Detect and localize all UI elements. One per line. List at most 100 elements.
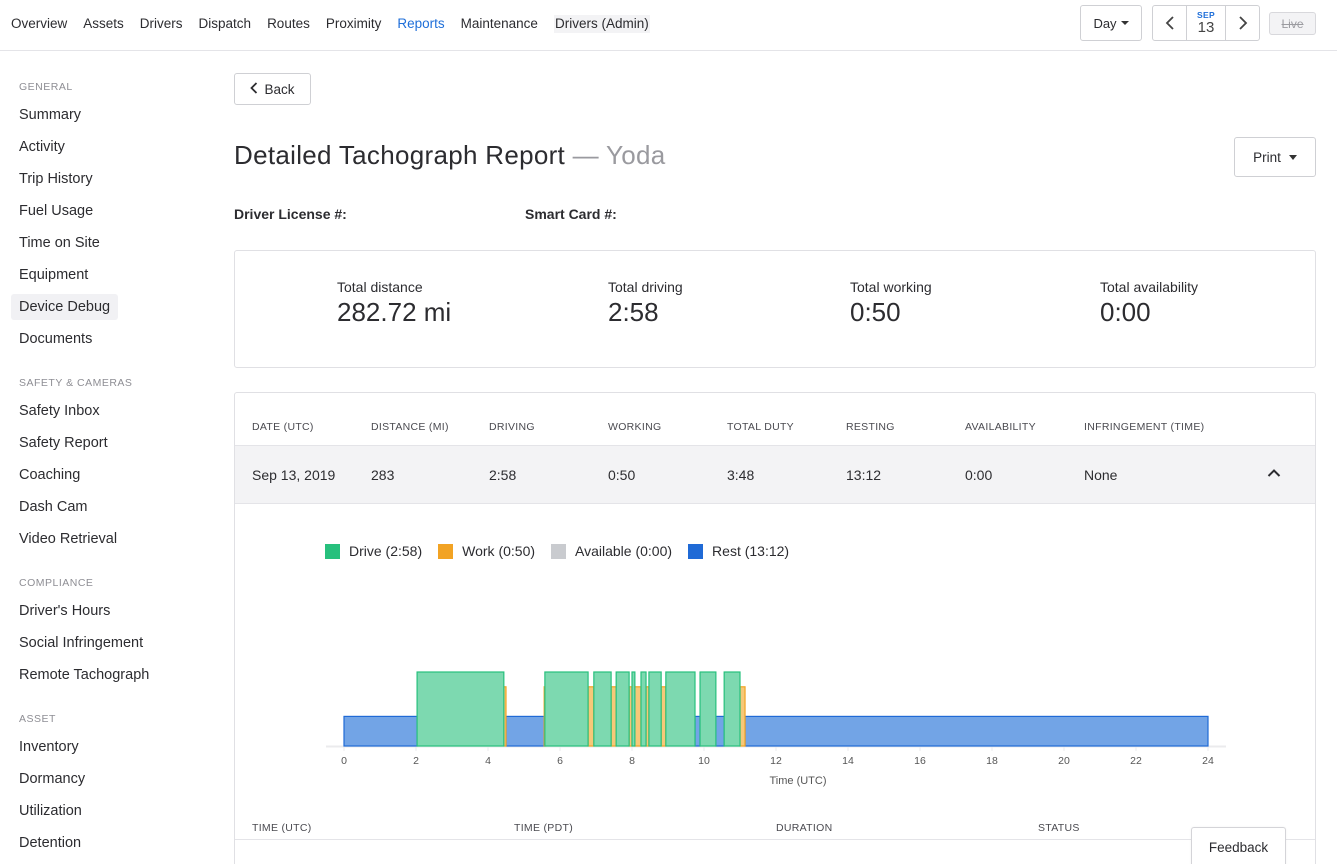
sidebar-item-coaching[interactable]: Coaching: [11, 462, 88, 488]
tachograph-chart: 0 2 4 6 8 10 12 14 16 18 20 22 24Time (UTC): [326, 671, 1226, 787]
x-tick-label: 24: [1202, 755, 1214, 767]
segment-work: [610, 686, 617, 747]
sidebar-item-inventory[interactable]: Inventory: [11, 734, 87, 760]
sidebar-item-driver-s-hours[interactable]: Driver's Hours: [11, 598, 118, 624]
sidebar-item-safety-report[interactable]: Safety Report: [11, 430, 116, 456]
sidebar-item-video-retrieval[interactable]: Video Retrieval: [11, 526, 125, 552]
caret-down-icon: [1120, 21, 1129, 25]
nav-tab-overview[interactable]: Overview: [11, 15, 67, 33]
sidebar-item-time-on-site[interactable]: Time on Site: [11, 230, 108, 256]
nav-tab-assets[interactable]: Assets: [83, 15, 124, 33]
nav-tab-routes[interactable]: Routes: [267, 15, 310, 33]
stat-value: 282.72 mi: [337, 297, 452, 327]
sidebar-item-social-infringement[interactable]: Social Infringement: [11, 630, 151, 656]
x-tick-label: 22: [1130, 755, 1142, 767]
print-button[interactable]: Print: [1234, 137, 1316, 177]
sidebar-section-title: COMPLIANCE: [19, 577, 94, 589]
table-cell: 3:48: [727, 467, 755, 483]
nav-tab-dispatch[interactable]: Dispatch: [199, 15, 252, 33]
chevron-right-icon: [1238, 16, 1247, 30]
nav-tab-reports[interactable]: Reports: [397, 15, 444, 33]
nav-tab-drivers-admin[interactable]: Drivers (Admin): [553, 15, 650, 33]
live-button[interactable]: Live: [1269, 12, 1316, 35]
legend-swatch: [325, 543, 340, 559]
sidebar-item-fuel-usage[interactable]: Fuel Usage: [11, 198, 101, 224]
stat-total-distance: Total distance 282.72 mi: [337, 279, 451, 328]
segment-rest: [694, 715, 701, 747]
table-cell: 0:00: [965, 467, 993, 483]
sidebar-item-equipment[interactable]: Equipment: [11, 262, 96, 288]
x-axis-label: Time (UTC): [769, 775, 826, 787]
legend-swatch: [438, 543, 454, 559]
nav-tab-proximity[interactable]: Proximity: [326, 15, 382, 33]
sidebar-section-title: SAFETY & CAMERAS: [19, 377, 133, 389]
x-tick-label: 18: [986, 755, 998, 767]
log-table-row: [235, 841, 1315, 864]
segment-drive: [699, 671, 717, 747]
x-tick-label: 16: [914, 755, 926, 767]
sidebar-item-dormancy[interactable]: Dormancy: [11, 766, 93, 792]
sidebar-section-title: GENERAL: [19, 81, 73, 93]
stat-label: Total availability: [1100, 279, 1199, 295]
chevron-left-icon: [250, 81, 258, 98]
sidebar-item-safety-inbox[interactable]: Safety Inbox: [11, 398, 108, 424]
date-day: 13: [1197, 19, 1215, 36]
segment-drive: [640, 671, 647, 747]
segment-drive: [615, 671, 630, 747]
table-cell: 13:12: [846, 467, 882, 483]
sidebar-item-detention[interactable]: Detention: [11, 830, 89, 856]
prev-day-button[interactable]: [1153, 6, 1186, 40]
sidebar-item-device-debug[interactable]: Device Debug: [11, 294, 119, 320]
feedback-button[interactable]: Feedback: [1191, 827, 1286, 864]
chevron-up-icon[interactable]: [1265, 464, 1283, 482]
stat-value: 0:00: [1100, 297, 1151, 327]
x-tick-label: 14: [842, 755, 854, 767]
segment-work: [660, 686, 667, 747]
sidebar-item-trip-history[interactable]: Trip History: [11, 166, 101, 192]
table-cell: 0:50: [608, 467, 636, 483]
date-picker[interactable]: SEP 13: [1186, 6, 1226, 40]
stat-value: 0:50: [850, 297, 901, 327]
segment-drive: [723, 671, 741, 747]
column-header: INFRINGEMENT (TIME): [1084, 421, 1205, 433]
column-header: STATUS: [1038, 822, 1080, 834]
nav-tabs: Overview Assets Drivers Dispatch Routes Proxi…: [11, 15, 666, 33]
x-tick-label: 8: [629, 755, 635, 767]
legend-item-drive: Drive (2:58): [325, 543, 422, 559]
x-tick-label: 4: [485, 755, 491, 767]
print-label: Print: [1253, 149, 1281, 165]
table-row[interactable]: Sep 13, 2019 283 2:58 0:50 3:48 13:12 0:00 None: [235, 446, 1315, 504]
nav-tab-maintenance[interactable]: Maintenance: [461, 15, 538, 33]
chart-legend: Drive (2:58) Work (0:50) Available (0:00) R…: [325, 543, 805, 559]
legend-item-rest: Rest (13:12): [688, 543, 789, 559]
sidebar-item-summary[interactable]: Summary: [11, 102, 89, 128]
segment-rest: [505, 715, 545, 747]
stat-value: 2:58: [608, 297, 659, 327]
segment-work: [634, 686, 642, 747]
segment-drive: [593, 671, 612, 747]
column-header: RESTING: [846, 421, 895, 433]
legend-label: Rest (13:12): [712, 543, 790, 559]
legend-label: Work (0:50): [462, 543, 536, 559]
legend-item-available: Available (0:00): [551, 543, 672, 559]
sidebar-item-dash-cam[interactable]: Dash Cam: [11, 494, 96, 520]
column-header: TIME (PDT): [514, 822, 573, 834]
stat-label: Total distance: [337, 279, 423, 295]
nav-tab-drivers[interactable]: Drivers: [140, 15, 183, 33]
range-select-label: Day: [1093, 15, 1117, 31]
log-table-header: TIME (UTC) TIME (PDT) DURATION STATUS: [235, 807, 1315, 840]
stat-total-driving: Total driving 2:58: [608, 279, 683, 328]
table-header: DATE (UTC) DISTANCE (MI) DRIVING WORKING TOT…: [235, 393, 1315, 446]
table-cell: None: [1084, 467, 1118, 483]
date-navigator: SEP 13: [1152, 5, 1260, 41]
sidebar-item-documents[interactable]: Documents: [11, 326, 100, 352]
segment-rest: [715, 715, 725, 747]
range-select[interactable]: Day: [1080, 5, 1142, 41]
next-day-button[interactable]: [1226, 6, 1259, 40]
sidebar-item-remote-tachograph[interactable]: Remote Tachograph: [11, 662, 157, 688]
back-button[interactable]: Back: [234, 73, 311, 105]
column-header: WORKING: [608, 421, 662, 433]
sidebar-item-activity[interactable]: Activity: [11, 134, 73, 160]
stat-label: Total driving: [608, 279, 683, 295]
sidebar-item-utilization[interactable]: Utilization: [11, 798, 90, 824]
